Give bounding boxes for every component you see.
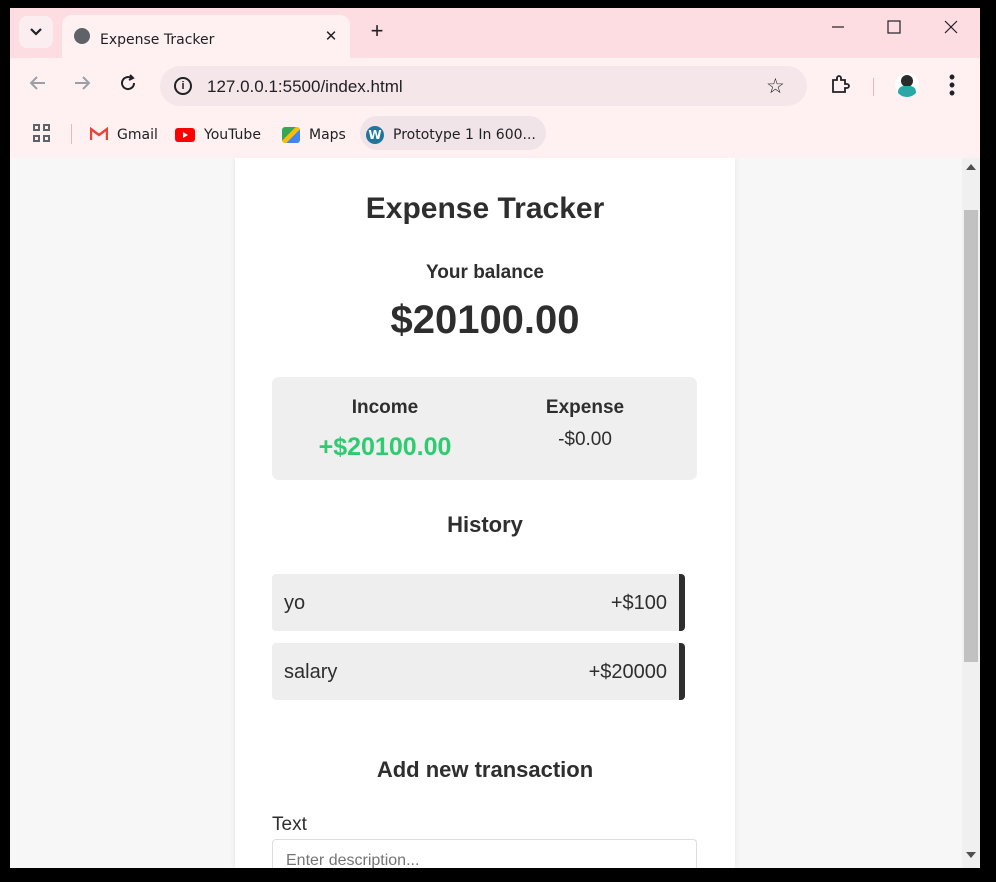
- address-bar[interactable]: i 127.0.0.1:5500/index.html ☆: [160, 66, 807, 106]
- list-item[interactable]: yo +$100: [272, 574, 685, 631]
- forward-button[interactable]: [71, 74, 93, 96]
- gmail-icon: [89, 126, 109, 143]
- reload-icon: [121, 74, 136, 91]
- bookmark-star-icon[interactable]: ☆: [766, 74, 785, 99]
- bookmarks-bar: Gmail YouTube Maps W Prototype 1 In 600.…: [10, 112, 980, 158]
- tab-expense-tracker[interactable]: Expense Tracker ✕: [62, 15, 350, 58]
- close-icon: [944, 20, 958, 34]
- description-input[interactable]: [272, 839, 697, 868]
- expense-column: Expense -$0.00: [485, 377, 685, 451]
- transaction-text: salary: [284, 661, 338, 683]
- profile-avatar[interactable]: [895, 73, 919, 97]
- back-button[interactable]: [27, 74, 49, 96]
- forward-arrow-icon: [75, 76, 91, 90]
- page-title: Expense Tracker: [365, 192, 605, 225]
- scroll-down-icon[interactable]: [966, 852, 976, 858]
- reload-button[interactable]: [117, 74, 139, 96]
- bookmark-prototype[interactable]: W Prototype 1 In 600...: [366, 124, 536, 146]
- income-label: Income: [351, 397, 419, 418]
- minimize-button[interactable]: [823, 20, 853, 44]
- income-value: +$20100.00: [318, 433, 452, 461]
- page-viewport: Expense Tracker Your balance $20100.00 I…: [10, 158, 962, 868]
- more-menu-icon[interactable]: • • •: [946, 68, 958, 102]
- maximize-button[interactable]: [879, 20, 909, 44]
- browser-window: Expense Tracker ✕ + i 127.0.0.1:5500/ind…: [10, 8, 980, 868]
- new-tab-button[interactable]: +: [366, 20, 388, 42]
- income-expense-panel: Income +$20100.00 Expense -$0.00: [272, 377, 697, 480]
- maps-icon: [282, 127, 300, 143]
- balance-value: $20100.00: [390, 298, 580, 342]
- expense-tracker-card: Expense Tracker Your balance $20100.00 I…: [235, 158, 735, 868]
- extensions-icon[interactable]: [830, 74, 850, 100]
- scrollbar-thumb[interactable]: [964, 210, 978, 662]
- history-list: yo +$100 salary +$20000: [272, 574, 685, 712]
- close-window-button[interactable]: [936, 20, 966, 44]
- toolbar-divider: [873, 78, 874, 96]
- back-arrow-icon: [29, 76, 45, 90]
- bookmarks-divider: [71, 124, 72, 144]
- balance-label: Your balance: [426, 262, 544, 283]
- page-scrollbar[interactable]: [962, 158, 980, 868]
- tab-search-button[interactable]: [19, 16, 53, 48]
- bookmark-maps[interactable]: Maps: [282, 124, 346, 146]
- transaction-amount: +$20000: [588, 661, 667, 683]
- chevron-down-icon: [30, 28, 42, 36]
- maximize-icon: [887, 20, 901, 34]
- scroll-up-icon[interactable]: [966, 164, 976, 170]
- globe-icon: [74, 28, 90, 44]
- minimize-icon: [832, 26, 844, 28]
- bookmark-gmail[interactable]: Gmail: [89, 124, 158, 146]
- transaction-amount: +$100: [610, 592, 667, 614]
- add-transaction-title: Add new transaction: [376, 757, 594, 782]
- tab-title: Expense Tracker: [100, 32, 215, 48]
- income-column: Income +$20100.00: [285, 377, 485, 462]
- transaction-text: yo: [284, 592, 306, 614]
- list-item[interactable]: salary +$20000: [272, 643, 685, 700]
- bookmark-youtube[interactable]: YouTube: [175, 124, 261, 146]
- site-info-icon[interactable]: i: [174, 77, 192, 95]
- avatar-body: [898, 86, 916, 97]
- expense-value: -$0.00: [558, 429, 612, 450]
- toolbar: i 127.0.0.1:5500/index.html ☆ • • •: [10, 58, 980, 112]
- close-tab-icon[interactable]: ✕: [322, 28, 340, 46]
- youtube-icon: [175, 128, 195, 142]
- text-field-label: Text: [272, 814, 307, 835]
- url-text: 127.0.0.1:5500/index.html: [207, 77, 403, 96]
- apps-grid-icon[interactable]: [33, 124, 51, 142]
- expense-label: Expense: [545, 397, 625, 418]
- history-title: History: [447, 512, 523, 537]
- wordpress-icon: W: [366, 126, 384, 144]
- tab-strip: Expense Tracker ✕ +: [10, 8, 980, 58]
